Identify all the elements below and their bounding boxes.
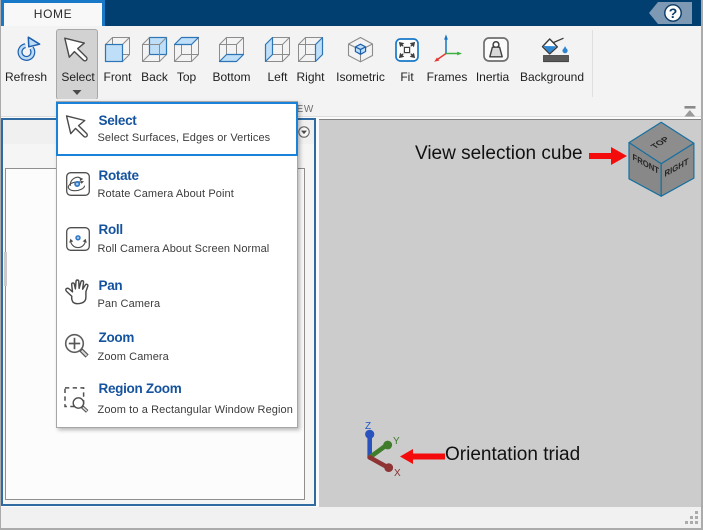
- svg-text:Z: Z: [365, 421, 371, 432]
- svg-text:X: X: [394, 468, 401, 479]
- svg-text:?: ?: [669, 5, 678, 21]
- svg-text:Y: Y: [393, 436, 400, 447]
